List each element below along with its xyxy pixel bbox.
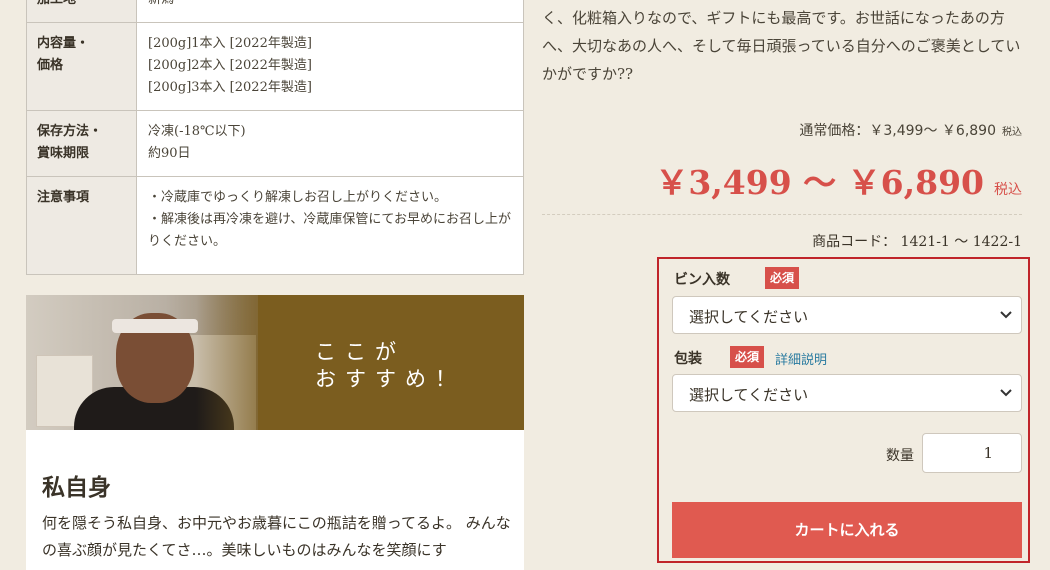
- spec-line: 冷凍(-18℃以下): [148, 124, 246, 139]
- spec-label: 保存方法・ 賞味期限: [26, 110, 137, 177]
- chevron-down-icon: [1000, 311, 1012, 319]
- chevron-down-icon: [1000, 389, 1012, 397]
- spec-value: [200g]1本入 [2022年製造] [200g]2本入 [2022年製造] …: [136, 22, 524, 111]
- spec-value: 新潟: [136, 0, 524, 23]
- quantity-label: 数量: [886, 448, 914, 464]
- spec-value: 冷凍(-18℃以下) 約90日: [136, 110, 524, 177]
- spec-line: [200g]2本入 [2022年製造]: [148, 58, 312, 73]
- spec-line: [200g]1本入 [2022年製造]: [148, 36, 312, 51]
- product-intro: く、化粧箱入りなので、ギフトにも最高です。お世話になったあの方へ、大切なあの人へ…: [542, 9, 1021, 83]
- banner-heading: ここが おすすめ！: [315, 340, 465, 391]
- product-spec-table: 加工地 新潟 内容量・価格 [200g]1本入 [2022年製造] [200g]…: [26, 0, 524, 275]
- spec-label: 内容量・ 価格: [26, 22, 137, 111]
- recommend-banner: ここが おすすめ！: [26, 295, 524, 430]
- quantity-input[interactable]: 1: [922, 433, 1022, 473]
- story-text: 何を隠そう私自身、お中元やお歳暮にこの瓶詰を贈ってるよ。 みんなの喜ぶ顔が見たく…: [42, 514, 511, 559]
- spec-line: 約90日: [148, 146, 191, 161]
- sale-price: ￥3,499 ～ ￥6,890 税込: [655, 163, 1022, 202]
- story-section: 私自身 何を隠そう私自身、お中元やお歳暮にこの瓶詰を贈ってるよ。 みんなの喜ぶ顔…: [26, 430, 524, 570]
- spec-value: ・冷蔵庫でゆっくり解凍しお召し上がりください。 ・解凍後は再冷凍を避け、冷蔵庫保…: [136, 176, 524, 275]
- spec-row-storage: 保存方法・ 賞味期限 冷凍(-18℃以下) 約90日: [26, 110, 524, 177]
- required-badge: 必須: [765, 267, 800, 289]
- add-to-cart-button[interactable]: カートに入れる: [672, 502, 1022, 558]
- spec-label: 注意事項: [26, 176, 137, 275]
- spec-row-contents: 内容量・ 価格 [200g]1本入 [2022年製造] [200g]2本入 [20…: [26, 22, 524, 111]
- spec-line: ・解凍後は再冷凍を避け、冷蔵庫保管にてお早めにお召し上がりください。: [148, 212, 511, 249]
- product-code: 商品コード： 1421-1 ～ 1422-1: [812, 234, 1022, 250]
- regular-price: 通常価格：￥3,499～ ￥6,890 税込: [799, 123, 1022, 139]
- option-bottles-label: ビン入数: [674, 272, 730, 288]
- spec-line: [200g]3本入 [2022年製造]: [148, 80, 312, 95]
- spec-row-origin: 加工地 新潟: [26, 0, 524, 23]
- story-title: 私自身: [42, 474, 111, 501]
- purchase-form: ビン入数 必須 選択してください 包装 必須 詳細説明 選択してください 数量 …: [657, 257, 1030, 563]
- spec-label: 加工地: [26, 0, 137, 23]
- spec-row-notes: 注意事項 ・冷蔵庫でゆっくり解凍しお召し上がりください。 ・解凍後は再冷凍を避け…: [26, 176, 524, 275]
- spec-line: ・冷蔵庫でゆっくり解凍しお召し上がりください。: [148, 190, 448, 205]
- option-packaging-label: 包装: [674, 351, 702, 367]
- packaging-select[interactable]: 選択してください: [672, 374, 1022, 412]
- detail-link[interactable]: 詳細説明: [775, 349, 827, 368]
- bottles-select[interactable]: 選択してください: [672, 296, 1022, 334]
- required-badge: 必須: [730, 346, 765, 368]
- divider: [542, 214, 1022, 215]
